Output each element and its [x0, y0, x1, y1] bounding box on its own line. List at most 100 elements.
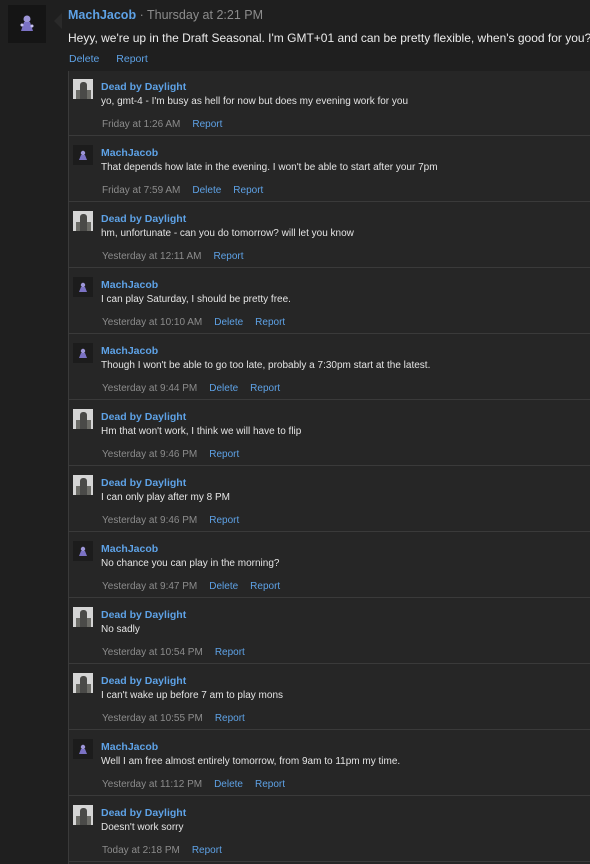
reply-footer: Yesterday at 10:10 AM Delete Report: [102, 317, 297, 328]
report-button[interactable]: Report: [215, 647, 245, 658]
avatar-figure: [80, 478, 87, 495]
avatar[interactable]: [73, 145, 93, 165]
post-header: MachJacob · Thursday at 2:21 PM: [68, 8, 263, 22]
list-item: MachJacob That depends how late in the ev…: [69, 137, 590, 202]
list-item: Dead by Daylight hm, unfortunate - can yo…: [69, 203, 590, 268]
report-button[interactable]: Report: [214, 251, 244, 262]
reply-author[interactable]: MachJacob: [101, 279, 158, 291]
reply-author[interactable]: Dead by Daylight: [101, 411, 186, 423]
report-button[interactable]: Report: [116, 53, 148, 65]
reply-author[interactable]: MachJacob: [101, 147, 158, 159]
reply-author[interactable]: MachJacob: [101, 741, 158, 753]
avatar[interactable]: [73, 805, 93, 825]
avatar-figure: [80, 412, 87, 429]
reply-message: I can't wake up before 7 am to play mons: [101, 690, 284, 701]
reply-timestamp[interactable]: Yesterday at 12:11 AM: [102, 251, 202, 262]
report-button[interactable]: Report: [255, 317, 285, 328]
reply-message: I can only play after my 8 PM: [101, 492, 230, 503]
reply-author[interactable]: Dead by Daylight: [101, 81, 186, 93]
reply-footer: Yesterday at 12:11 AM Report: [102, 251, 256, 262]
post-author[interactable]: MachJacob: [68, 8, 136, 22]
post-timestamp[interactable]: · Thursday at 2:21 PM: [136, 8, 263, 22]
report-button[interactable]: Report: [209, 449, 239, 460]
mach-jacob-avatar-icon: [79, 282, 87, 292]
avatar-figure: [80, 214, 87, 231]
avatar[interactable]: [73, 211, 93, 231]
reply-author[interactable]: Dead by Daylight: [101, 477, 186, 489]
avatar[interactable]: [73, 277, 93, 297]
reply-timestamp[interactable]: Yesterday at 10:10 AM: [102, 317, 202, 328]
report-button[interactable]: Report: [192, 845, 222, 856]
avatar[interactable]: [73, 79, 93, 99]
avatar[interactable]: [73, 541, 93, 561]
avatar[interactable]: [73, 607, 93, 627]
report-button[interactable]: Report: [215, 713, 245, 724]
avatar-figure: [80, 808, 87, 825]
post-message: Heyy, we're up in the Draft Seasonal. I'…: [68, 31, 590, 45]
reply-timestamp[interactable]: Yesterday at 9:44 PM: [102, 383, 197, 394]
reply-message: Though I won't be able to go too late, p…: [101, 360, 431, 371]
avatar[interactable]: [73, 409, 93, 429]
reply-footer: Yesterday at 9:46 PM Report: [102, 515, 251, 526]
mach-jacob-avatar-icon: [79, 150, 87, 160]
mach-jacob-avatar-icon: [20, 15, 34, 31]
reply-timestamp[interactable]: Friday at 1:26 AM: [102, 119, 180, 130]
post-actions: Delete Report: [69, 53, 162, 65]
list-item: MachJacob Though I won't be able to go to…: [69, 335, 590, 400]
delete-button[interactable]: Delete: [214, 317, 243, 328]
reply-timestamp[interactable]: Yesterday at 10:55 PM: [102, 713, 203, 724]
reply-author[interactable]: Dead by Daylight: [101, 213, 186, 225]
report-button[interactable]: Report: [209, 515, 239, 526]
list-item: MachJacob No chance you can play in the m…: [69, 533, 590, 598]
avatar-figure: [80, 676, 87, 693]
avatar[interactable]: [8, 5, 46, 43]
reply-author[interactable]: Dead by Daylight: [101, 807, 186, 819]
list-item: Dead by Daylight yo, gmt-4 - I'm busy as …: [69, 71, 590, 136]
avatar[interactable]: [73, 739, 93, 759]
reply-footer: Yesterday at 11:12 PM Delete Report: [102, 779, 297, 790]
report-button[interactable]: Report: [233, 185, 263, 196]
delete-button[interactable]: Delete: [209, 383, 238, 394]
reply-footer: Yesterday at 9:47 PM Delete Report: [102, 581, 292, 592]
reply-message: No chance you can play in the morning?: [101, 558, 280, 569]
report-button[interactable]: Report: [250, 581, 280, 592]
reply-timestamp[interactable]: Friday at 7:59 AM: [102, 185, 180, 196]
replies-list: Dead by Daylight yo, gmt-4 - I'm busy as …: [68, 71, 590, 864]
list-item: MachJacob Well I am free almost entirely …: [69, 731, 590, 796]
reply-footer: Yesterday at 9:46 PM Report: [102, 449, 251, 460]
list-item: Dead by Daylight No sadly Yesterday at 10:…: [69, 599, 590, 664]
reply-timestamp[interactable]: Yesterday at 11:12 PM: [102, 779, 202, 790]
reply-message: hm, unfortunate - can you do tomorrow? w…: [101, 228, 354, 239]
mach-jacob-avatar-icon: [79, 546, 87, 556]
reply-timestamp[interactable]: Yesterday at 9:46 PM: [102, 515, 197, 526]
reply-message: Doesn't work sorry: [101, 822, 184, 833]
reply-footer: Friday at 1:26 AM Report: [102, 119, 234, 130]
reply-message: That depends how late in the evening. I …: [101, 162, 438, 173]
reply-timestamp[interactable]: Today at 2:18 PM: [102, 845, 180, 856]
reply-footer: Yesterday at 9:44 PM Delete Report: [102, 383, 292, 394]
reply-timestamp[interactable]: Yesterday at 10:54 PM: [102, 647, 203, 658]
list-item: Dead by Daylight Hm that won't work, I th…: [69, 401, 590, 466]
reply-footer: Yesterday at 10:54 PM Report: [102, 647, 257, 658]
speech-arrow: [54, 13, 62, 29]
report-button[interactable]: Report: [192, 119, 222, 130]
main-post: MachJacob · Thursday at 2:21 PM Heyy, we…: [62, 0, 590, 70]
report-button[interactable]: Report: [250, 383, 280, 394]
reply-author[interactable]: Dead by Daylight: [101, 609, 186, 621]
reply-timestamp[interactable]: Yesterday at 9:47 PM: [102, 581, 197, 592]
report-button[interactable]: Report: [255, 779, 285, 790]
delete-button[interactable]: Delete: [192, 185, 221, 196]
reply-footer: Today at 2:18 PM Report: [102, 845, 234, 856]
delete-button[interactable]: Delete: [214, 779, 243, 790]
avatar[interactable]: [73, 673, 93, 693]
reply-author[interactable]: MachJacob: [101, 543, 158, 555]
reply-author[interactable]: Dead by Daylight: [101, 675, 186, 687]
reply-timestamp[interactable]: Yesterday at 9:46 PM: [102, 449, 197, 460]
delete-button[interactable]: Delete: [209, 581, 238, 592]
reply-author[interactable]: MachJacob: [101, 345, 158, 357]
delete-button[interactable]: Delete: [69, 53, 99, 65]
avatar[interactable]: [73, 475, 93, 495]
avatar-figure: [80, 610, 87, 627]
avatar[interactable]: [73, 343, 93, 363]
reply-message: I can play Saturday, I should be pretty …: [101, 294, 291, 305]
